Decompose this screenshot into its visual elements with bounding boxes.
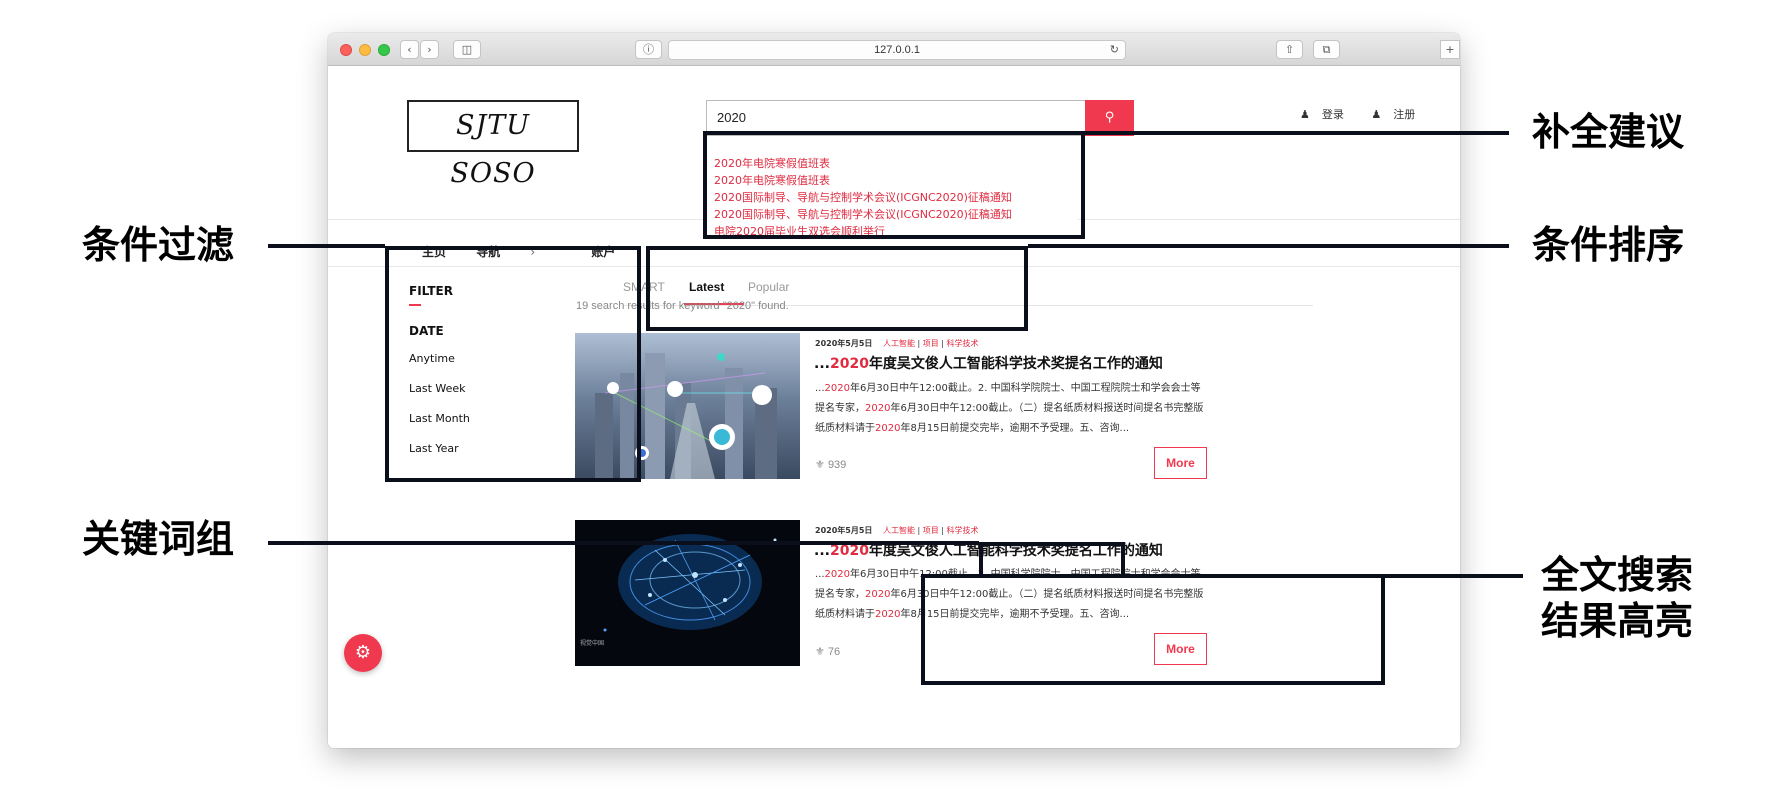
plus-icon: + (1445, 43, 1455, 56)
chevron-right-icon: › (427, 43, 432, 56)
browser-titlebar: ‹ › ◫ ⓘ 127.0.0.1 ↻ ⇧ ⧉ + (328, 33, 1460, 66)
site-logo[interactable]: SJTU SOSO (407, 100, 579, 189)
sort-highlight-box (646, 246, 1028, 331)
settings-button[interactable]: ⚙ (344, 634, 382, 672)
annotation-autocomplete: 补全建议 (1532, 110, 1685, 154)
result-date: 2020年5月5日 (815, 526, 873, 535)
result-category[interactable]: 科学技术 (947, 339, 979, 348)
user-icon: ♟ (1300, 108, 1310, 121)
annotation-highlight-line1: 全文搜索 (1541, 553, 1694, 597)
user-plus-icon: ♟ (1371, 108, 1382, 121)
minimize-window-button[interactable] (359, 44, 371, 56)
result-views: ⚜ 939 (815, 459, 847, 471)
more-button[interactable]: More (1154, 447, 1207, 479)
image-watermark: 视觉中国 (580, 640, 605, 647)
annotation-keyword-group: 关键词组 (82, 517, 235, 561)
snippet-text: ... (815, 383, 825, 394)
snippet-text: 年8月15日前提交完毕，逾期不予受理。五、咨询... (900, 423, 1130, 434)
highlighted-keyword: 2020 (875, 423, 901, 434)
highlight-leader-line (1385, 574, 1523, 578)
highlight-result-box (921, 574, 1385, 685)
views-icon: ⚜ (815, 459, 825, 471)
highlighted-keyword: 2020 (824, 569, 850, 580)
filter-highlight-box (385, 246, 641, 482)
info-icon: ⓘ (643, 43, 654, 56)
result-snippet: ...2020年6月30日中午12:00截止。2. 中国科学院院士、中国工程院院… (815, 379, 1207, 439)
result-meta: 2020年5月5日 人工智能 | 项目 | 科学技术 (815, 339, 979, 348)
close-window-button[interactable] (340, 44, 352, 56)
annotation-highlight: 全文搜索 结果高亮 (1541, 552, 1693, 644)
annotation-filter: 条件过滤 (82, 223, 235, 267)
filter-leader-line (268, 244, 385, 248)
result-meta: 2020年5月5日 人工智能 | 项目 | 科学技术 (815, 526, 979, 535)
autocomplete-highlight-box (703, 131, 1085, 239)
result-category[interactable]: 项目 (923, 339, 939, 348)
tabs-icon: ⧉ (1322, 43, 1331, 56)
result-category[interactable]: 人工智能 (883, 526, 915, 535)
autocomplete-leader-line (1085, 131, 1509, 135)
result-title[interactable]: ...2020年度吴文俊人工智能科学技术奖提名工作的通知 (814, 353, 1163, 373)
address-bar[interactable]: 127.0.0.1 ↻ (668, 40, 1126, 60)
user-links: ♟ 登录 ♟ 注册 (1300, 106, 1439, 122)
result-date: 2020年5月5日 (815, 339, 873, 348)
highlighted-keyword: 2020 (875, 609, 901, 620)
result-category[interactable]: 人工智能 (883, 339, 915, 348)
login-link[interactable]: ♟ 登录 (1300, 108, 1356, 121)
maximize-window-button[interactable] (378, 44, 390, 56)
highlighted-keyword: 2020 (865, 589, 891, 600)
sidebar-icon: ◫ (461, 43, 473, 56)
annotation-sort: 条件排序 (1532, 223, 1685, 267)
gear-icon: ⚙ (354, 642, 372, 663)
tabs-button[interactable]: ⧉ (1313, 40, 1340, 59)
forward-button[interactable]: › (420, 40, 439, 59)
result-category[interactable]: 项目 (923, 526, 939, 535)
search-icon: ⚲ (1104, 110, 1115, 125)
sort-leader-line (1028, 244, 1509, 248)
new-tab-button[interactable]: + (1440, 40, 1460, 59)
site-info-button[interactable]: ⓘ (635, 40, 662, 59)
result-category[interactable]: 科学技术 (947, 526, 979, 535)
reload-icon[interactable]: ↻ (1110, 41, 1119, 59)
annotation-highlight-line2: 结果高亮 (1541, 599, 1694, 643)
share-icon: ⇧ (1284, 43, 1295, 56)
back-button[interactable]: ‹ (400, 40, 419, 59)
keyword-group-highlight-box (979, 542, 1125, 578)
url-text: 127.0.0.1 (874, 44, 920, 56)
share-button[interactable]: ⇧ (1276, 40, 1303, 59)
chevron-left-icon: ‹ (407, 43, 412, 56)
keyword-group-leader-line (268, 541, 979, 545)
snippet-text: ... (815, 569, 825, 580)
highlighted-keyword: 2020 (865, 403, 891, 414)
register-link[interactable]: ♟ 注册 (1371, 108, 1427, 121)
highlighted-keyword: 2020 (824, 383, 850, 394)
figure: ‹ › ◫ ⓘ 127.0.0.1 ↻ ⇧ ⧉ + SJTU SOSO 2020… (0, 0, 1786, 808)
views-icon: ⚜ (815, 646, 825, 658)
result-views: ⚜ 76 (815, 646, 841, 658)
sidebar-button[interactable]: ◫ (453, 40, 481, 59)
